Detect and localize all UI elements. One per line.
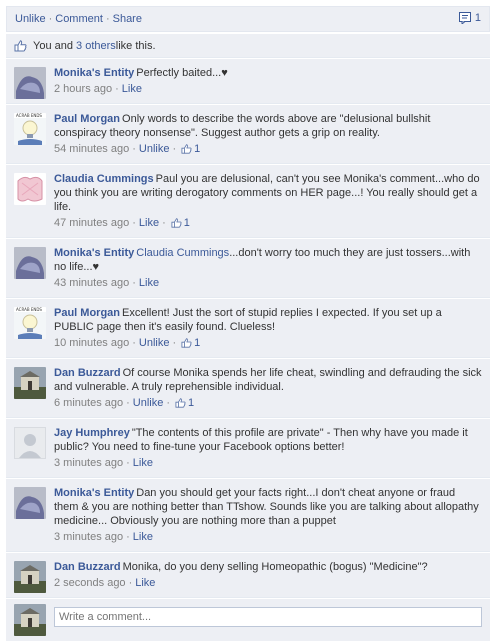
comment-author[interactable]: Dan Buzzard bbox=[54, 561, 121, 573]
comment-time: 54 minutes ago bbox=[54, 143, 130, 155]
comment-author[interactable]: Dan Buzzard bbox=[54, 367, 121, 379]
comment-body: Monika's Entity Dan you should get your f… bbox=[54, 486, 482, 528]
comment-time: 6 minutes ago bbox=[54, 397, 124, 409]
comment-like-link[interactable]: Unlike bbox=[139, 142, 170, 156]
comment-time: 3 minutes ago bbox=[54, 457, 124, 469]
comment-author[interactable]: Monika's Entity bbox=[54, 487, 134, 499]
comment-like-link[interactable]: Like bbox=[139, 216, 159, 230]
comment-body: Dan Buzzard Monika, do you deny selling H… bbox=[54, 560, 482, 574]
comment-body: Dan Buzzard Of course Monika spends her l… bbox=[54, 366, 482, 394]
thumbs-up-icon bbox=[171, 218, 182, 228]
comment-time: 2 hours ago bbox=[54, 83, 113, 95]
action-bar: Unlike · Comment · Share 1 bbox=[6, 6, 490, 32]
comment-body: Monika's Entity Claudia Cummings...don't … bbox=[54, 246, 482, 274]
purple-blob-avatar[interactable] bbox=[14, 247, 46, 279]
comment-text: Monika, do you deny selling Homeopathic … bbox=[122, 561, 428, 573]
comment-meta: 47 minutes ago · Like · 1 bbox=[54, 216, 190, 230]
comment-meta: 2 hours ago · Like bbox=[54, 82, 142, 96]
comment-body: Paul Morgan Only words to describe the wo… bbox=[54, 112, 482, 140]
others-link[interactable]: 3 others bbox=[76, 40, 116, 52]
comment-author[interactable]: Monika's Entity bbox=[54, 247, 134, 259]
purple-blob-avatar[interactable] bbox=[14, 67, 46, 99]
comment-author[interactable]: Claudia Cummings bbox=[54, 173, 154, 185]
thumbs-up-icon bbox=[175, 398, 186, 408]
pink-fabric-avatar[interactable] bbox=[14, 173, 46, 205]
comment-like-count[interactable]: 1 bbox=[184, 216, 190, 230]
comment-meta: 6 minutes ago · Unlike · 1 bbox=[54, 396, 195, 410]
comment-item: Dan Buzzard Of course Monika spends her l… bbox=[6, 359, 490, 418]
comment-author[interactable]: Monika's Entity bbox=[54, 67, 134, 79]
comment-item: Dan Buzzard Monika, do you deny selling H… bbox=[6, 553, 490, 598]
svg-text:ACRAB ENDS: ACRAB ENDS bbox=[16, 113, 42, 118]
thumbs-up-icon bbox=[181, 144, 192, 154]
comment-item: Claudia Cummings Paul you are delusional,… bbox=[6, 165, 490, 238]
comment-item: ACRAB ENDS Paul Morgan Excellent! Just the… bbox=[6, 299, 490, 358]
comment-time: 47 minutes ago bbox=[54, 217, 130, 229]
comment-count[interactable]: 1 bbox=[458, 12, 481, 24]
comment-time: 10 minutes ago bbox=[54, 337, 130, 349]
comment-input[interactable] bbox=[54, 607, 482, 627]
comment-like-count[interactable]: 1 bbox=[194, 336, 200, 350]
comment-item: Monika's Entity Perfectly baited...♥ 2 hou… bbox=[6, 59, 490, 104]
comment-like-link[interactable]: Unlike bbox=[133, 396, 164, 410]
comment-time: 2 seconds ago bbox=[54, 577, 126, 589]
share-link[interactable]: Share bbox=[113, 13, 142, 25]
comment-like-link[interactable]: Unlike bbox=[139, 336, 170, 350]
comment-item: ACRAB ENDS Paul Morgan Only words to descr… bbox=[6, 105, 490, 164]
mention-link[interactable]: Claudia Cummings bbox=[136, 247, 229, 259]
comment-text: Perfectly baited...♥ bbox=[136, 67, 228, 79]
comment-time: 43 minutes ago bbox=[54, 277, 130, 289]
comment-like-link[interactable]: Like bbox=[135, 576, 155, 590]
building-avatar[interactable] bbox=[14, 367, 46, 399]
comment-like-link[interactable]: Like bbox=[133, 530, 153, 544]
unlike-link[interactable]: Unlike bbox=[15, 13, 46, 25]
lightbulb-avatar[interactable]: ACRAB ENDS bbox=[14, 113, 46, 145]
comment-body: Monika's Entity Perfectly baited...♥ bbox=[54, 66, 482, 80]
comment-panel: Unlike · Comment · Share 1 You and 3 oth… bbox=[6, 6, 490, 641]
comment-time: 3 minutes ago bbox=[54, 531, 124, 543]
comment-like-link[interactable]: Like bbox=[139, 276, 159, 290]
comment-composer bbox=[6, 599, 490, 641]
comment-bubble-icon bbox=[458, 12, 471, 24]
like-summary: You and 3 others like this. bbox=[6, 34, 490, 58]
purple-blob-avatar[interactable] bbox=[14, 487, 46, 519]
comment-meta: 3 minutes ago · Like bbox=[54, 456, 153, 470]
comment-meta: 54 minutes ago · Unlike · 1 bbox=[54, 142, 201, 156]
comment-like-link[interactable]: Like bbox=[122, 82, 142, 96]
comment-body: Paul Morgan Excellent! Just the sort of s… bbox=[54, 306, 482, 334]
comment-author[interactable]: Paul Morgan bbox=[54, 307, 120, 319]
comment-author[interactable]: Paul Morgan bbox=[54, 113, 120, 125]
building-avatar bbox=[14, 604, 46, 636]
comment-meta: 2 seconds ago · Like bbox=[54, 576, 156, 590]
comment-author[interactable]: Jay Humphrey bbox=[54, 427, 130, 439]
building-avatar[interactable] bbox=[14, 561, 46, 593]
comment-meta: 43 minutes ago · Like bbox=[54, 276, 160, 290]
comment-meta: 10 minutes ago · Unlike · 1 bbox=[54, 336, 201, 350]
thumbs-up-icon bbox=[181, 338, 192, 348]
comment-item: Monika's Entity Claudia Cummings...don't … bbox=[6, 239, 490, 298]
comment-item: Monika's Entity Dan you should get your f… bbox=[6, 479, 490, 552]
lightbulb-avatar[interactable]: ACRAB ENDS bbox=[14, 307, 46, 339]
comment-body: Jay Humphrey "The contents of this profil… bbox=[54, 426, 482, 454]
thumbs-up-icon bbox=[14, 39, 27, 51]
comment-like-count[interactable]: 1 bbox=[194, 142, 200, 156]
default-silhouette-avatar[interactable] bbox=[14, 427, 46, 459]
comment-meta: 3 minutes ago · Like bbox=[54, 530, 153, 544]
comment-item: Jay Humphrey "The contents of this profil… bbox=[6, 419, 490, 478]
comment-like-count[interactable]: 1 bbox=[188, 396, 194, 410]
comment-like-link[interactable]: Like bbox=[133, 456, 153, 470]
comment-link[interactable]: Comment bbox=[55, 13, 103, 25]
comment-body: Claudia Cummings Paul you are delusional,… bbox=[54, 172, 482, 214]
svg-text:ACRAB ENDS: ACRAB ENDS bbox=[16, 307, 42, 312]
